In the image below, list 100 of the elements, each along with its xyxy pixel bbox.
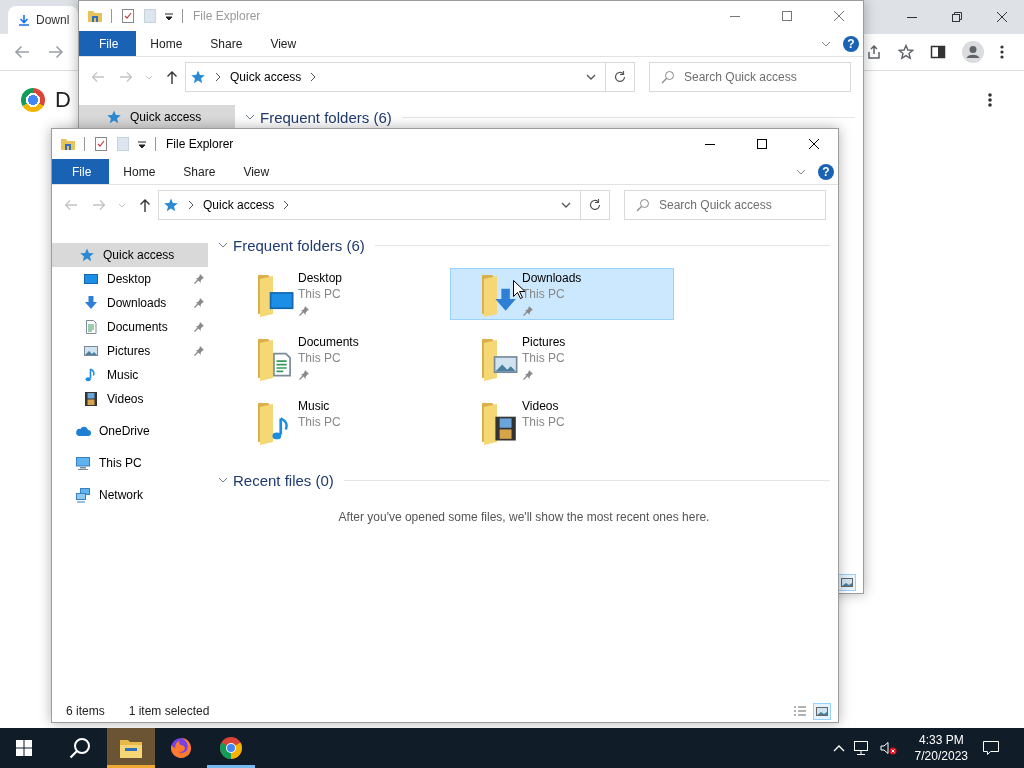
search-icon [661, 70, 675, 84]
folder-icon [60, 136, 76, 152]
ribbon-tab[interactable]: Share [169, 159, 230, 184]
checklist-icon[interactable] [93, 136, 109, 152]
folder-location: This PC [522, 350, 566, 367]
clock-date[interactable]: 7/20/2023 [914, 748, 968, 764]
download-icon [18, 14, 30, 26]
section-heading[interactable]: Frequent folders (6) [233, 236, 365, 254]
folder-name: Desktop [298, 271, 343, 286]
nav-item[interactable]: Desktop [52, 267, 208, 291]
folder-location: This PC [298, 350, 342, 367]
breadcrumb[interactable]: Quick access [203, 198, 275, 212]
round-logo-icon [21, 88, 45, 112]
browser-tab[interactable]: Downl [8, 6, 78, 34]
nav-item[interactable]: Quick access [79, 105, 235, 129]
notification-icon[interactable] [982, 739, 1000, 757]
folder-name: Downloads [522, 271, 582, 286]
large-icons-view-icon[interactable] [839, 574, 855, 590]
nav-item[interactable]: Downloads [52, 291, 208, 315]
muted-speaker-icon[interactable] [878, 740, 897, 756]
bookmark-star-icon[interactable] [898, 44, 914, 60]
restore-icon[interactable] [952, 12, 962, 22]
large-icons-view-icon[interactable] [814, 703, 830, 719]
window-title: File Explorer [193, 9, 261, 23]
search-field[interactable]: Search Quick access [649, 62, 851, 92]
ribbon-tab[interactable]: File [52, 159, 110, 184]
folder-tile[interactable]: Pictures This PC [450, 332, 674, 384]
chevron-down-icon[interactable] [218, 475, 228, 485]
ribbon-tab[interactable]: View [229, 159, 284, 184]
chevron-right-icon[interactable] [214, 72, 222, 82]
folder-tile[interactable]: Music This PC [226, 396, 450, 448]
refresh-icon[interactable] [613, 70, 627, 84]
network-icon[interactable] [852, 740, 871, 756]
side-panel-icon[interactable] [930, 44, 946, 60]
chevron-down-icon[interactable] [218, 240, 228, 250]
folder-location: This PC [298, 414, 341, 431]
refresh-icon[interactable] [588, 198, 602, 212]
menu-icon[interactable] [1000, 44, 1004, 60]
ribbon-tab[interactable]: Home [136, 31, 197, 56]
breadcrumb[interactable]: Quick access [230, 70, 302, 84]
more-icon[interactable] [988, 92, 992, 108]
profile-icon[interactable] [962, 41, 984, 63]
back-icon[interactable] [14, 44, 30, 60]
folder-icon [87, 8, 103, 24]
nav-item[interactable]: Music [52, 363, 208, 387]
ribbon-tab[interactable]: View [256, 31, 311, 56]
close-icon[interactable] [997, 12, 1007, 22]
nav-item[interactable]: Network [52, 483, 208, 507]
nav-item[interactable]: Videos [52, 387, 208, 411]
help-button[interactable]: ? [843, 35, 859, 52]
document-icon [83, 319, 99, 335]
desktop-icon [83, 271, 99, 287]
star-icon [190, 69, 206, 85]
chevron-right-icon[interactable] [309, 72, 318, 82]
chevron-right-icon[interactable] [282, 200, 291, 210]
nav-item[interactable]: Quick access [52, 243, 208, 267]
help-button[interactable]: ? [818, 163, 834, 180]
search-icon [636, 198, 650, 212]
ribbon-tab[interactable]: Share [196, 31, 257, 56]
item-count: 6 items [66, 704, 105, 718]
nav-item[interactable]: OneDrive [52, 419, 208, 443]
folder-tile[interactable]: Desktop This PC [226, 268, 450, 320]
folder-location: This PC [522, 286, 566, 303]
folder-tile[interactable]: Videos This PC [450, 396, 674, 448]
folder-name: Music [298, 399, 331, 414]
close-icon[interactable] [809, 139, 819, 149]
search-icon[interactable] [69, 737, 91, 759]
selection-count: 1 item selected [128, 704, 210, 718]
browser-icon [169, 736, 193, 760]
share-icon[interactable] [866, 44, 882, 60]
empty-message: After you've opened some files, we'll show the most recent ones here. [337, 510, 711, 524]
folder-name: Videos [522, 399, 560, 414]
folder-name: Pictures [522, 335, 566, 350]
browser-icon [219, 736, 243, 760]
page-heading: D [55, 87, 71, 113]
search-field[interactable]: Search Quick access [624, 190, 826, 220]
forward-icon[interactable] [48, 44, 64, 60]
chevron-down-icon[interactable] [245, 112, 255, 122]
address-bar[interactable]: Quick access [185, 62, 635, 92]
start-icon[interactable] [16, 740, 32, 756]
clock-time[interactable]: 4:33 PM [918, 732, 964, 748]
ribbon-tab[interactable]: Home [109, 159, 170, 184]
chevron-up-icon[interactable] [832, 744, 845, 752]
nav-item[interactable]: This PC [52, 451, 208, 475]
maximize-icon[interactable] [757, 139, 767, 149]
folder-tile[interactable]: Downloads This PC [450, 268, 674, 320]
address-bar[interactable]: Quick access [158, 190, 610, 220]
taskbar-button[interactable] [107, 728, 155, 768]
folder-tile[interactable]: Documents This PC [226, 332, 450, 384]
checklist-icon[interactable] [120, 8, 136, 24]
chevron-right-icon[interactable] [187, 200, 195, 210]
section-heading[interactable]: Recent files (0) [233, 471, 334, 489]
window-title: File Explorer [166, 137, 234, 151]
folder-name: Documents [298, 335, 359, 350]
section-heading[interactable]: Frequent folders (6) [260, 108, 392, 126]
nav-item[interactable]: Pictures [52, 339, 208, 363]
folder-location: This PC [522, 414, 565, 431]
nav-item[interactable]: Documents [52, 315, 208, 339]
star-icon [106, 109, 122, 125]
ribbon-tab[interactable]: File [79, 31, 137, 56]
